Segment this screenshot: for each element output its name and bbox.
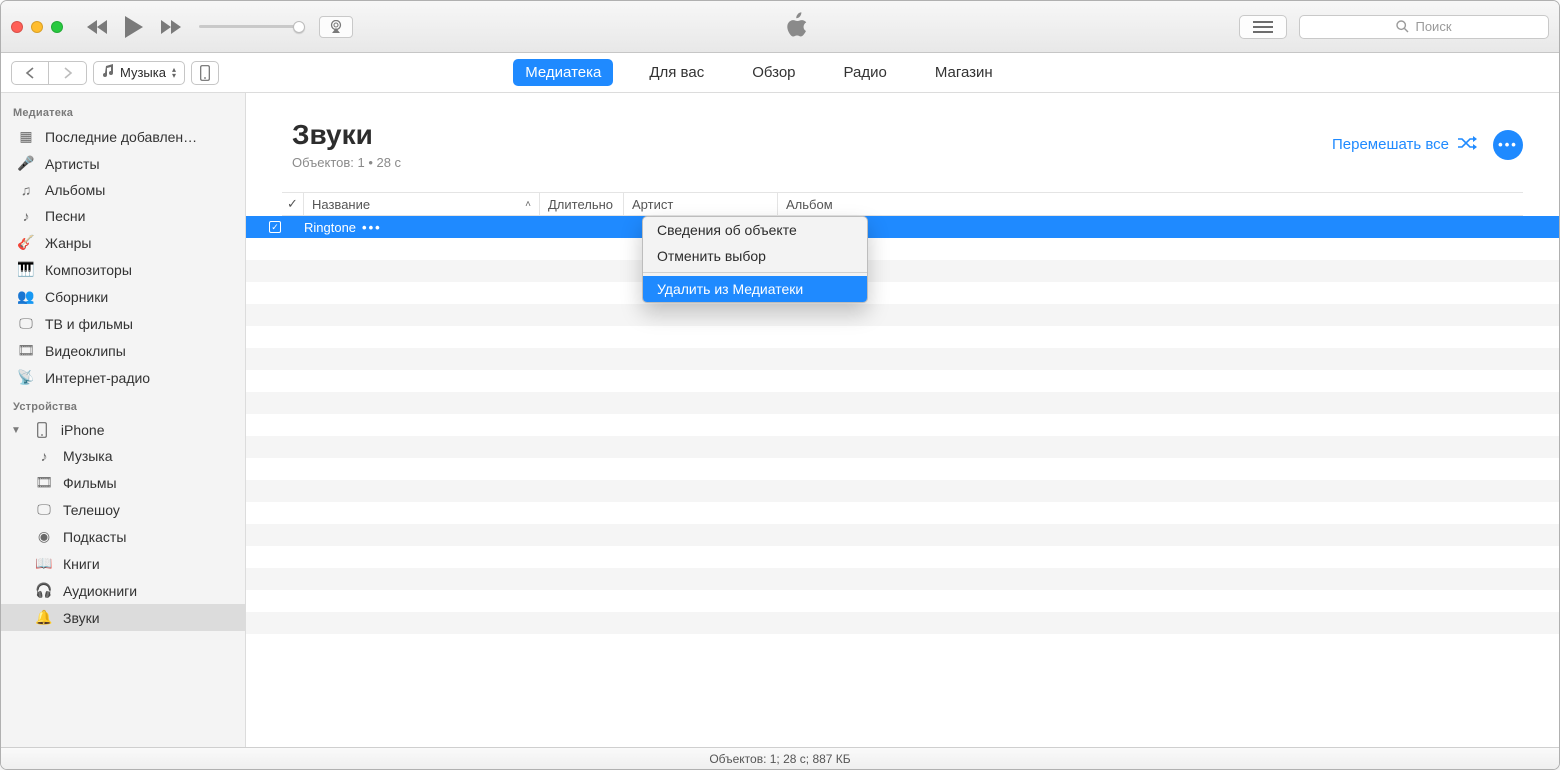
window-controls [11,21,63,33]
main-content: Звуки Объектов: 1 • 28 с Перемешать все … [246,93,1559,747]
media-type-label: Музыка [120,65,166,80]
sidebar-device-movies[interactable]: 🎞Фильмы [1,469,245,496]
album-icon: ♫ [17,182,35,198]
itunes-window: Поиск Музыка ▴▾ Медиатека Для вас Обзор … [0,0,1560,770]
column-name[interactable]: Название˄ [304,193,540,215]
column-album[interactable]: Альбом [778,193,1523,215]
device-button[interactable] [191,61,219,85]
note-icon: ♪ [35,448,53,464]
sidebar-item-genres[interactable]: 🎸Жанры [1,229,245,256]
radio-icon: 📡 [17,369,35,386]
page-subtitle: Объектов: 1 • 28 с [292,155,401,170]
minimize-window-icon[interactable] [31,21,43,33]
piano-icon: 🎹 [17,261,35,278]
sidebar-device-tones[interactable]: 🔔Звуки [1,604,245,631]
tab-library[interactable]: Медиатека [513,59,613,86]
tv-icon: 🖵 [35,501,53,518]
podcast-icon: ◉ [35,528,53,545]
volume-slider[interactable] [199,25,299,28]
search-placeholder: Поиск [1415,19,1451,34]
sidebar-item-songs[interactable]: ♪Песни [1,203,245,229]
sidebar-group-library: Медиатека [1,97,245,123]
sidebar-device-podcasts[interactable]: ◉Подкасты [1,523,245,550]
next-track-icon[interactable] [159,19,181,35]
tab-radio[interactable]: Радио [832,59,899,86]
lcd-display [363,10,1229,43]
titlebar: Поиск [1,1,1559,53]
sidebar-device-tvshows[interactable]: 🖵Телешоу [1,496,245,523]
sidebar-item-albums[interactable]: ♫Альбомы [1,177,245,203]
row-more-icon[interactable]: ••• [362,220,382,235]
sidebar: Медиатека ▦Последние добавлен… 🎤Артисты … [1,93,246,747]
ctx-item-info[interactable]: Сведения об объекте [643,217,867,243]
playback-controls [87,15,181,39]
sort-asc-icon: ˄ [525,199,531,210]
sidebar-item-tv-movies[interactable]: 🖵ТВ и фильмы [1,310,245,337]
note-icon: ♪ [17,208,35,224]
ctx-item-delete[interactable]: Удалить из Медиатеки [643,276,867,302]
music-note-icon [102,64,114,81]
film-icon: 🎞 [17,342,35,359]
column-artist[interactable]: Артист [624,193,778,215]
bell-icon: 🔔 [35,609,53,626]
close-window-icon[interactable] [11,21,23,33]
main-tabs: Медиатека Для вас Обзор Радио Магазин [219,59,1299,86]
status-bar: Объектов: 1; 28 с; 887 КБ [1,747,1559,769]
grid-icon: ▦ [17,128,35,145]
secondary-header: Музыка ▴▾ Медиатека Для вас Обзор Радио … [1,53,1559,93]
tab-store[interactable]: Магазин [923,59,1005,86]
mic-icon: 🎤 [17,155,35,172]
shuffle-all-button[interactable]: Перемешать все [1332,136,1477,154]
list-view-button[interactable] [1239,15,1287,39]
sidebar-item-videos[interactable]: 🎞Видеоклипы [1,337,245,364]
sidebar-item-recent[interactable]: ▦Последние добавлен… [1,123,245,150]
sidebar-device-books[interactable]: 📖Книги [1,550,245,577]
more-actions-button[interactable]: ••• [1493,130,1523,160]
sidebar-item-artists[interactable]: 🎤Артисты [1,150,245,177]
film-icon: 🎞 [35,474,53,491]
sidebar-item-composers[interactable]: 🎹Композиторы [1,256,245,283]
table-header: ✓ Название˄ Длительно Артист Альбом [282,192,1523,216]
nav-back-button[interactable] [11,61,49,85]
column-duration[interactable]: Длительно [540,193,624,215]
column-check[interactable]: ✓ [282,193,304,215]
book-icon: 📖 [35,555,53,572]
headphones-icon: 🎧 [35,582,53,599]
tv-icon: 🖵 [17,315,35,332]
status-text: Объектов: 1; 28 с; 887 КБ [709,752,850,766]
media-type-dropdown[interactable]: Музыка ▴▾ [93,61,185,85]
iphone-icon [33,422,51,438]
sidebar-device-iphone[interactable]: ▼ iPhone [1,417,245,443]
table-row[interactable]: ✓ Ringtone ••• [246,216,1559,238]
sidebar-device-music[interactable]: ♪Музыка [1,443,245,469]
previous-track-icon[interactable] [87,19,109,35]
table-body: ✓ Ringtone ••• Сведения об объекте Отмени… [246,216,1559,747]
disclosure-triangle-icon[interactable]: ▼ [11,425,21,436]
guitar-icon: 🎸 [17,234,35,251]
menu-divider [643,272,867,273]
people-icon: 👥 [17,288,35,305]
search-icon [1396,20,1409,33]
airplay-button[interactable] [319,16,353,38]
row-checkbox[interactable]: ✓ [269,221,281,233]
sidebar-item-compilations[interactable]: 👥Сборники [1,283,245,310]
tab-browse[interactable]: Обзор [740,59,807,86]
content-header: Звуки Объектов: 1 • 28 с Перемешать все … [246,93,1559,186]
sidebar-item-radio[interactable]: 📡Интернет-радио [1,364,245,391]
row-name: Ringtone [304,220,356,235]
nav-forward-button[interactable] [49,61,87,85]
context-menu: Сведения об объекте Отменить выбор Удали… [642,216,868,303]
zoom-window-icon[interactable] [51,21,63,33]
search-input[interactable]: Поиск [1299,15,1549,39]
apple-logo-icon [783,10,809,43]
shuffle-icon [1457,136,1477,154]
play-icon[interactable] [123,15,145,39]
page-title: Звуки [292,119,401,151]
sidebar-group-devices: Устройства [1,391,245,417]
ctx-item-deselect[interactable]: Отменить выбор [643,243,867,269]
sidebar-device-audiobooks[interactable]: 🎧Аудиокниги [1,577,245,604]
tab-for-you[interactable]: Для вас [637,59,716,86]
updown-chevron-icon: ▴▾ [172,67,176,79]
